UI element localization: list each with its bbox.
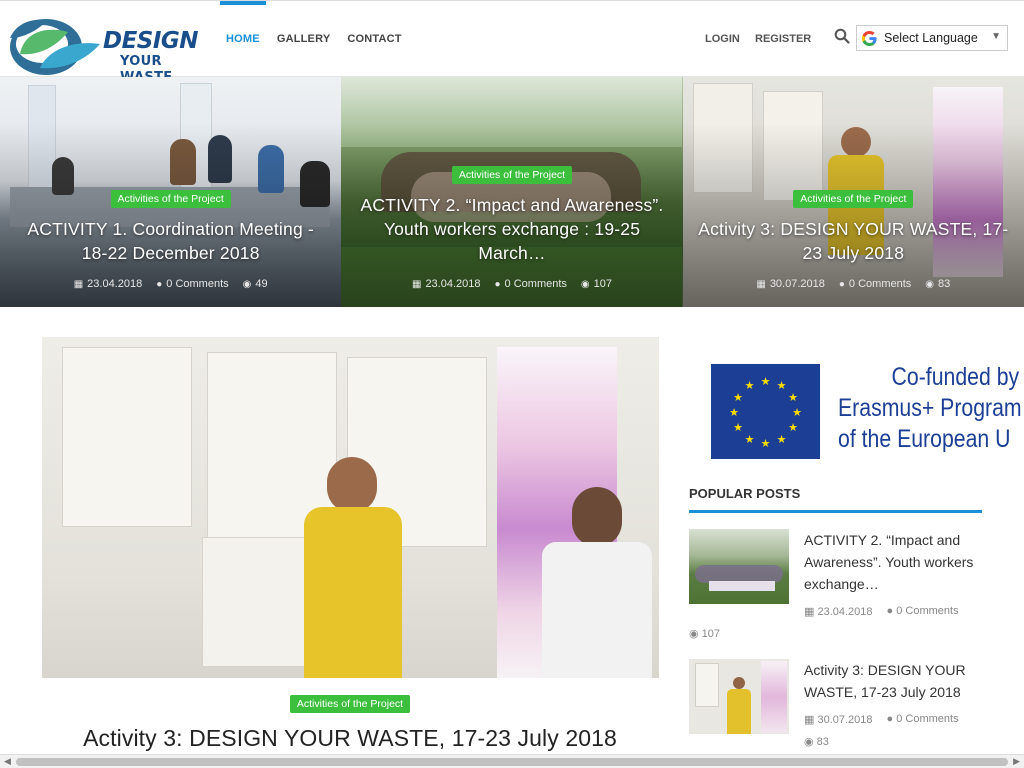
erasmus-text: Co-funded by Erasmus+ Program of the Eur… (838, 362, 1022, 455)
site-header: DESIGN YOUR WASTE HOME GALLERY CONTACT L… (0, 0, 1024, 85)
erasmus-line-2: Erasmus+ Program (838, 394, 1022, 422)
slide-3-date: 30.07.2018 (769, 278, 825, 290)
slide-2-date: 23.04.2018 (425, 278, 481, 290)
comment-icon: ● (838, 279, 845, 290)
comment-icon: ● (156, 279, 163, 290)
svg-text:★: ★ (761, 375, 771, 388)
svg-text:★: ★ (745, 433, 755, 446)
language-label: Select Language (884, 31, 978, 45)
svg-text:★: ★ (733, 391, 743, 404)
main-post-title[interactable]: Activity 3: DESIGN YOUR WASTE, 17-23 Jul… (0, 725, 700, 752)
login-link[interactable]: LOGIN (705, 1, 740, 77)
popular-post-1-date: 23.04.2018 (817, 606, 873, 618)
comment-icon: ● (886, 713, 894, 725)
eye-icon: ◉ (580, 279, 590, 290)
comment-icon: ● (494, 279, 501, 290)
popular-post-2-meta: ▦ 30.07.2018 ● 0 Comments (804, 713, 959, 726)
search-icon (834, 28, 850, 44)
slide-2-meta: ▦ 23.04.2018 ● 0 Comments ◉ 107 (341, 278, 682, 290)
calendar-icon: ▦ (804, 606, 815, 618)
eye-icon: ◉ (689, 628, 699, 640)
main-post-category-wrap: Activities of the Project (0, 694, 700, 722)
slide-1-comments: 0 Comments (166, 278, 229, 290)
popular-posts-heading: POPULAR POSTS (689, 486, 982, 513)
popular-post-2-views-wrap: ◉ 83 (804, 735, 829, 748)
popular-post-1-comments: 0 Comments (896, 605, 959, 617)
featured-slider: Activities of the Project ACTIVITY 1. Co… (0, 77, 1024, 307)
comment-icon: ● (886, 605, 894, 617)
erasmus-line-3: of the European U (838, 425, 1011, 453)
slide-3[interactable]: Activities of the Project Activity 3: DE… (682, 77, 1024, 307)
svg-text:★: ★ (733, 421, 743, 434)
popular-post-1-views: 107 (701, 628, 721, 640)
popular-post-2-title[interactable]: Activity 3: DESIGN YOUR WASTE, 17-23 Jul… (804, 659, 984, 703)
main-post-image[interactable] (42, 337, 659, 678)
language-select[interactable]: Select Language ▼ (856, 25, 1008, 51)
slide-3-comments: 0 Comments (848, 278, 912, 290)
svg-text:★: ★ (788, 391, 798, 404)
svg-text:★: ★ (745, 379, 755, 392)
popular-post-1-views-wrap: ◉ 107 (689, 627, 720, 640)
erasmus-banner[interactable]: ★ ★ ★ ★ ★ ★ ★ ★ ★ ★ ★ ★ Co-funded by Era… (688, 340, 1024, 480)
logo-title: DESIGN (103, 28, 199, 54)
scroll-left-arrow-icon[interactable]: ◀ (4, 756, 11, 767)
svg-text:★: ★ (761, 437, 771, 450)
erasmus-line-1: Co-funded by (891, 363, 1020, 391)
slide-3-title[interactable]: Activity 3: DESIGN YOUR WASTE, 17-23 Jul… (683, 217, 1024, 265)
popular-post-1-meta: ▦ 23.04.2018 ● 0 Comments (804, 605, 959, 618)
popular-post-1[interactable]: ACTIVITY 2. “Impact and Awareness”. Yout… (689, 529, 989, 640)
chevron-down-icon: ▼ (991, 31, 1001, 42)
calendar-icon: ▦ (411, 279, 422, 290)
slide-3-category[interactable]: Activities of the Project (793, 190, 914, 208)
slide-2[interactable]: Activities of the Project ACTIVITY 2. “I… (341, 77, 683, 307)
popular-post-2[interactable]: Activity 3: DESIGN YOUR WASTE, 17-23 Jul… (689, 659, 989, 754)
svg-text:★: ★ (792, 406, 802, 419)
slide-3-meta: ▦ 30.07.2018 ● 0 Comments ◉ 83 (683, 278, 1024, 290)
slide-1-title[interactable]: ACTIVITY 1. Coordination Meeting - 18-22… (0, 217, 341, 265)
popular-post-1-title[interactable]: ACTIVITY 2. “Impact and Awareness”. Yout… (804, 529, 984, 595)
nav-gallery[interactable]: GALLERY (271, 1, 337, 77)
slide-3-views: 83 (938, 278, 951, 290)
register-link[interactable]: REGISTER (755, 1, 811, 77)
nav-home[interactable]: HOME (220, 1, 266, 77)
svg-text:★: ★ (777, 433, 787, 446)
svg-text:★: ★ (788, 421, 798, 434)
popular-post-2-date: 30.07.2018 (817, 714, 873, 726)
nav-contact[interactable]: CONTACT (341, 1, 407, 77)
main-nav: HOME GALLERY CONTACT (220, 1, 413, 77)
calendar-icon: ▦ (756, 279, 766, 290)
main-post-category[interactable]: Activities of the Project (289, 695, 411, 713)
slide-2-title[interactable]: ACTIVITY 2. “Impact and Awareness”. Yout… (341, 193, 682, 265)
slide-2-views: 107 (593, 278, 612, 290)
popular-post-2-thumb[interactable] (689, 659, 789, 734)
slide-1-date: 23.04.2018 (87, 278, 143, 290)
slide-1-category[interactable]: Activities of the Project (110, 190, 231, 208)
popular-post-2-views: 83 (816, 736, 829, 748)
popular-post-1-thumb[interactable] (689, 529, 789, 604)
search-button[interactable] (834, 28, 852, 46)
popular-post-2-comments: 0 Comments (896, 713, 959, 725)
slide-1-views: 49 (255, 278, 268, 290)
svg-text:★: ★ (729, 406, 739, 419)
eu-flag-icon: ★ ★ ★ ★ ★ ★ ★ ★ ★ ★ ★ ★ (711, 364, 820, 459)
scroll-right-arrow-icon[interactable]: ▶ (1013, 756, 1020, 767)
eye-icon: ◉ (242, 279, 252, 290)
calendar-icon: ▦ (73, 279, 84, 290)
site-logo[interactable]: DESIGN YOUR WASTE (6, 14, 199, 85)
eye-icon: ◉ (925, 279, 935, 290)
slide-2-category[interactable]: Activities of the Project (451, 166, 573, 184)
eye-icon: ◉ (804, 736, 814, 748)
logo-leaf-icon (10, 19, 100, 75)
scrollbar-thumb[interactable] (16, 758, 1008, 766)
slide-1[interactable]: Activities of the Project ACTIVITY 1. Co… (0, 77, 342, 307)
horizontal-scrollbar[interactable]: ◀ ▶ (0, 754, 1024, 768)
google-icon (861, 30, 877, 46)
slide-1-meta: ▦ 23.04.2018 ● 0 Comments ◉ 49 (0, 278, 341, 290)
calendar-icon: ▦ (804, 714, 815, 726)
svg-text:★: ★ (777, 379, 787, 392)
slide-2-comments: 0 Comments (504, 278, 567, 290)
